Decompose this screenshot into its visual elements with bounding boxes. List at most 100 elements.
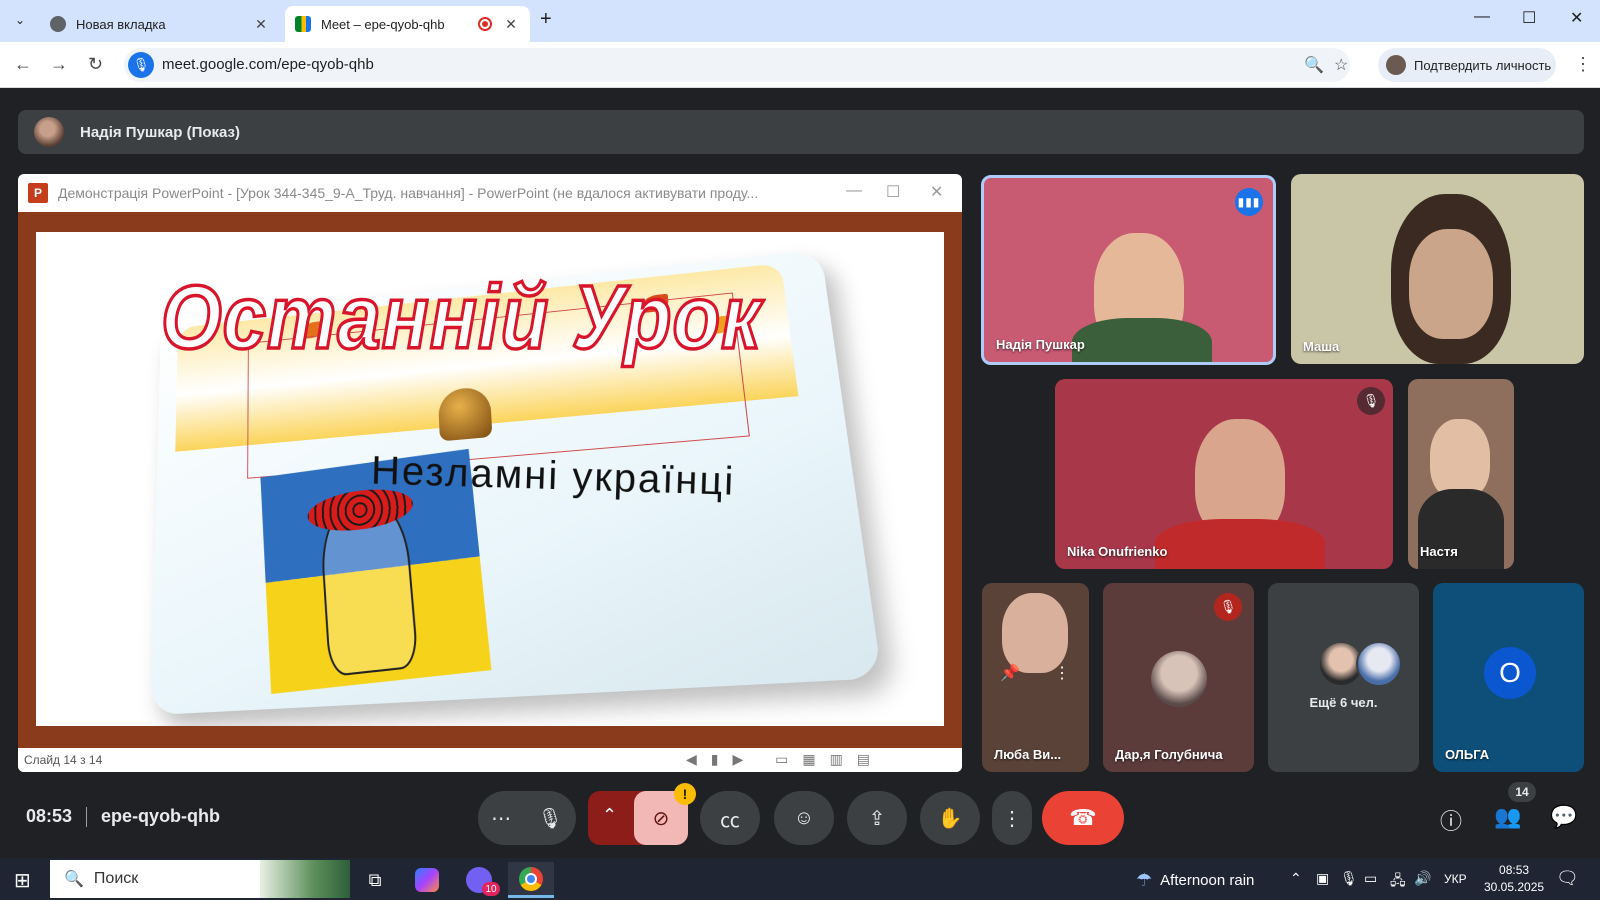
- recording-icon: [478, 17, 492, 31]
- verify-identity-button[interactable]: Подтвердить личность: [1378, 48, 1556, 82]
- system-clock[interactable]: 08:53 30.05.2025: [1484, 862, 1544, 896]
- reload-icon[interactable]: ↻: [88, 54, 103, 75]
- people-count-badge: 14: [1508, 782, 1536, 802]
- close-window-icon[interactable]: ✕: [1570, 8, 1583, 28]
- windows-start-icon[interactable]: ⊞: [14, 868, 31, 893]
- participant-name: Люба Ви...: [994, 747, 1062, 762]
- windows-taskbar: ⊞ 🔍 Поиск ⧉ 10 ☂ Afternoon rain ⌃ ▣ 🎙 ▭ …: [0, 858, 1600, 900]
- mic-site-permission-icon[interactable]: 🎙: [128, 52, 154, 78]
- notifications-icon[interactable]: 🗨: [1556, 868, 1579, 889]
- present-screen-button[interactable]: ⇪: [847, 791, 907, 845]
- url-text[interactable]: meet.google.com/epe-qyob-qhb: [162, 56, 374, 73]
- participant-tile[interactable]: 🎙 Дар,я Голубнича: [1103, 583, 1254, 772]
- network-icon[interactable]: 🖧: [1390, 870, 1406, 894]
- viber-notification-badge: 10: [482, 882, 500, 896]
- ppt-minimize-icon: —: [846, 182, 862, 199]
- battery-icon[interactable]: ▭: [1364, 870, 1377, 887]
- participant-video: [1409, 229, 1493, 339]
- ppt-status-bar: Слайд 14 з 14 ◀▮▶ ▭▦▥▤: [18, 748, 962, 772]
- close-tab-icon[interactable]: ✕: [252, 16, 270, 33]
- more-audio-options-icon[interactable]: ⋯: [491, 806, 511, 831]
- participant-video: [1430, 419, 1490, 499]
- clock-time: 08:53: [1499, 863, 1530, 877]
- raise-hand-icon: ✋: [937, 807, 963, 830]
- tab-new-tab[interactable]: Новая вкладка ✕: [40, 6, 280, 42]
- microphone-tray-icon[interactable]: 🎙: [1340, 870, 1358, 887]
- tab-meet[interactable]: Meet – epe-qyob-qhb ✕: [285, 6, 530, 42]
- participant-name: Nika Onufrienko: [1067, 544, 1168, 559]
- participant-avatar: О: [1484, 647, 1536, 699]
- close-tab-icon[interactable]: ✕: [502, 16, 520, 33]
- participant-tile[interactable]: Маша: [1291, 174, 1584, 364]
- raise-hand-button[interactable]: ✋: [920, 791, 980, 845]
- ppt-view-icons: ◀▮▶ ▭▦▥▤: [686, 751, 885, 767]
- copilot-icon: [415, 868, 439, 892]
- show-hidden-icons-chevron[interactable]: ⌃: [1290, 870, 1302, 887]
- participant-video: [1155, 519, 1325, 569]
- task-view-icon[interactable]: ⧉: [352, 862, 398, 898]
- ppt-window-title: Демонстрація PowerPoint - [Урок 344-345_…: [58, 185, 759, 201]
- address-bar[interactable]: 🎙 meet.google.com/epe-qyob-qhb 🔍 ☆: [124, 48, 1350, 82]
- viber-app[interactable]: 10: [456, 862, 502, 898]
- ppt-maximize-icon: ☐: [886, 184, 901, 201]
- more-participants-tile[interactable]: Ещё 6 чел.: [1268, 583, 1419, 772]
- tab-title: Meet – epe-qyob-qhb: [321, 16, 445, 32]
- participant-name: Настя: [1420, 544, 1458, 559]
- speaking-indicator-icon: ▮▮▮: [1235, 188, 1263, 216]
- more-options-icon[interactable]: ⋮: [1054, 663, 1070, 693]
- copilot-app[interactable]: [404, 862, 450, 898]
- more-options-icon: ⋮: [1002, 807, 1022, 830]
- browser-toolbar: ← → ↻ 🎙 meet.google.com/epe-qyob-qhb 🔍 ☆…: [0, 42, 1600, 88]
- chat-icon[interactable]: 💬: [1550, 804, 1577, 830]
- weather-label: Afternoon rain: [1160, 872, 1255, 889]
- zoom-icon[interactable]: 🔍: [1304, 55, 1324, 75]
- minimize-icon[interactable]: —: [1474, 8, 1490, 26]
- presenter-bar: Надія Пушкар (Показ): [18, 110, 1584, 154]
- maximize-icon[interactable]: ☐: [1522, 8, 1536, 28]
- emoji-icon: ☺: [793, 806, 815, 829]
- mic-off-icon: 🎙: [1214, 593, 1242, 621]
- participant-tile[interactable]: 🎙 Nika Onufrienko: [1055, 379, 1393, 569]
- warning-badge: !: [674, 783, 696, 805]
- participant-tile[interactable]: ▮▮▮ Надія Пушкар: [981, 175, 1276, 365]
- back-arrow-icon[interactable]: ←: [14, 54, 32, 75]
- leave-call-button[interactable]: ☎: [1042, 791, 1124, 845]
- participant-tile[interactable]: 📌 ⋮ Люба Ви...: [982, 583, 1089, 772]
- slide-stage: Останній Урок Незламні українці: [18, 212, 962, 748]
- weather-widget[interactable]: ☂ Afternoon rain: [1136, 870, 1254, 891]
- meeting-details-info-icon[interactable]: ⓘ: [1440, 804, 1462, 836]
- chrome-app[interactable]: [508, 862, 554, 898]
- volume-icon[interactable]: 🔊: [1414, 870, 1431, 887]
- mic-off-icon: 🎙: [1357, 387, 1385, 415]
- participant-tile[interactable]: Настя: [1408, 379, 1514, 569]
- bookmark-star-icon[interactable]: ☆: [1334, 55, 1348, 75]
- participant-name: Маша: [1303, 339, 1340, 354]
- browser-menu-icon[interactable]: ⋮: [1574, 54, 1592, 75]
- pin-icon[interactable]: 📌: [1000, 663, 1020, 693]
- clock-date: 30.05.2025: [1484, 880, 1545, 894]
- captions-button[interactable]: ㏄: [700, 791, 760, 845]
- new-tab-plus-icon[interactable]: +: [540, 8, 552, 31]
- presenter-avatar: [34, 117, 64, 147]
- camera-control-group: ⌃ ⊘ !: [588, 783, 696, 845]
- keyboard-language[interactable]: УКР: [1444, 872, 1467, 886]
- tab-title: Новая вкладка: [76, 16, 166, 32]
- people-icon[interactable]: 👥: [1494, 804, 1521, 830]
- taskbar-search[interactable]: 🔍 Поиск: [50, 860, 350, 898]
- tab-search-chevron-icon[interactable]: ⌄: [8, 8, 32, 32]
- captions-icon: ㏄: [720, 809, 740, 832]
- participant-name: Надія Пушкар: [996, 337, 1085, 352]
- forward-arrow-icon[interactable]: →: [50, 54, 68, 75]
- meet-favicon-icon: [295, 16, 311, 32]
- meet-tray-icon[interactable]: ▣: [1316, 870, 1329, 887]
- participant-name: Дар,я Голубнича: [1115, 747, 1223, 762]
- browser-tab-strip: ⌄ Новая вкладка ✕ Meet – epe-qyob-qhb ✕ …: [0, 0, 1600, 42]
- microphone-icon[interactable]: 🎙: [537, 806, 562, 831]
- participant-tile[interactable]: О ОЛЬГА: [1433, 583, 1584, 772]
- camera-options-chevron-icon[interactable]: ⌃: [602, 805, 617, 826]
- reactions-button[interactable]: ☺: [774, 791, 834, 845]
- more-options-button[interactable]: ⋮: [992, 791, 1032, 845]
- meeting-code: epe-qyob-qhb: [101, 806, 221, 826]
- powerpoint-icon: P: [28, 183, 48, 203]
- mic-control-group: ⋯ 🎙: [478, 791, 576, 845]
